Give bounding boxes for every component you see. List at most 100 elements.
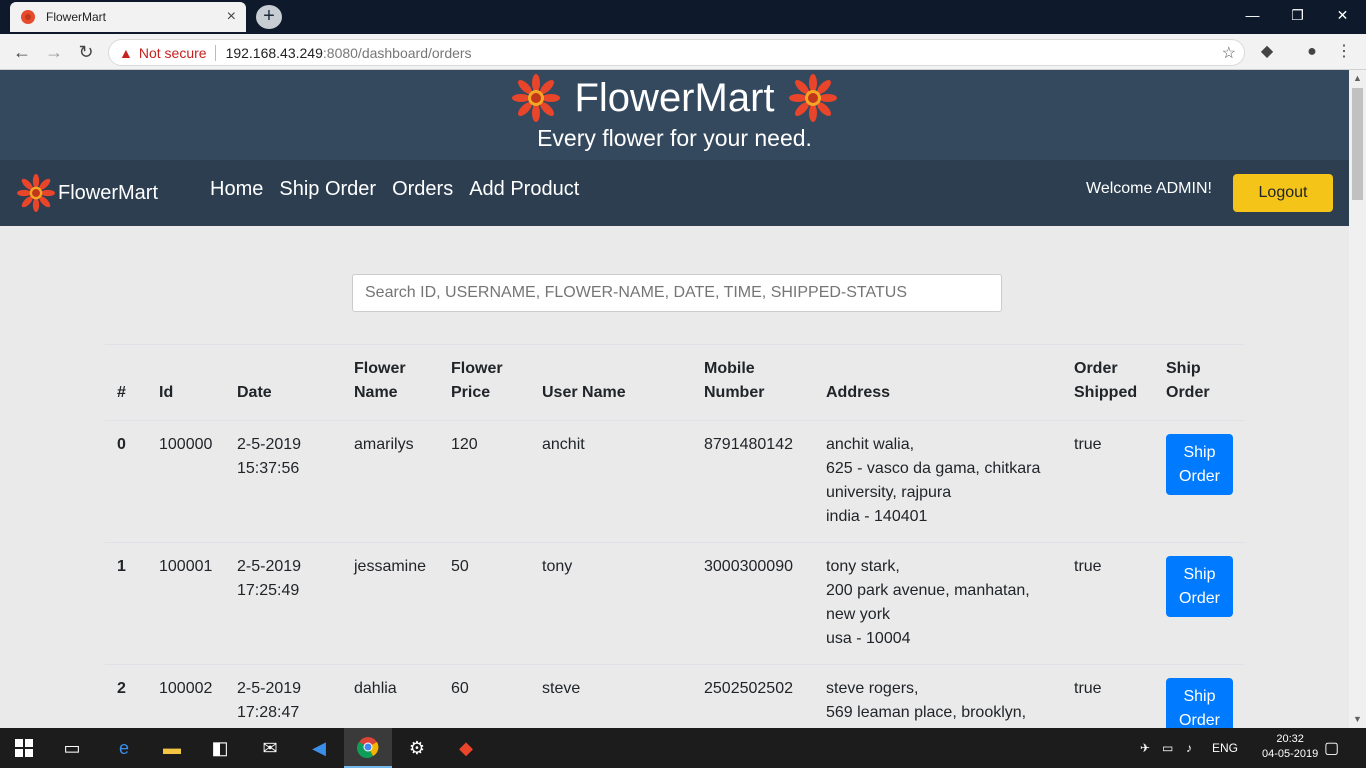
user-name: steve [530, 664, 692, 728]
page-scrollbar[interactable]: ▲ ▼ [1349, 70, 1366, 728]
nav-links: Home Ship Order Orders Add Product [210, 178, 579, 201]
order-id: 100000 [147, 420, 225, 543]
not-secure-label: Not secure [138, 44, 207, 61]
ship-order-cell: Ship Order [1154, 542, 1245, 665]
order-shipped: true [1062, 664, 1154, 728]
flower-name: jessamine [342, 542, 439, 665]
address: anchit walia, 625 - vasco da gama, chitka… [814, 420, 1062, 543]
row-index: 1 [105, 542, 147, 665]
navbar-brand[interactable]: FlowerMart [17, 174, 158, 212]
search-input[interactable] [352, 274, 1002, 312]
order-date-day: 2-5-2019 [237, 558, 302, 575]
hero-banner: FlowerMart Every flower for your need. [0, 70, 1349, 160]
address-line: usa - 10004 [826, 630, 911, 647]
network-icon[interactable]: ✈ [1140, 728, 1150, 768]
reload-icon[interactable]: ↻ [74, 40, 98, 64]
address: steve rogers, 569 leaman place, brooklyn, [814, 664, 1062, 728]
notification-icon[interactable]: ▢ [1324, 728, 1339, 768]
window-close-icon[interactable]: ✕ [1320, 0, 1365, 30]
forward-icon[interactable]: → [42, 40, 66, 64]
flower-price: 60 [439, 664, 530, 728]
flower-favicon-icon [21, 10, 35, 24]
vscode-icon[interactable]: ◀ [295, 728, 343, 768]
extension-icon[interactable]: ◆ [1257, 42, 1277, 62]
divider [214, 44, 216, 61]
clock-date: 04-05-2019 [1262, 748, 1319, 760]
tab-close-icon[interactable]: × [227, 8, 236, 26]
logout-button[interactable]: Logout [1233, 174, 1333, 212]
nav-link-ship-order[interactable]: Ship Order [279, 178, 376, 201]
system-clock[interactable]: 20:32 04-05-2019 [1262, 732, 1318, 762]
nav-link-orders[interactable]: Orders [392, 178, 453, 201]
mobile-number: 2502502502 [692, 664, 814, 728]
address-bar[interactable]: ▲ Not secure 192.168.43.249 :8080/dashbo… [108, 39, 1245, 66]
column-header: Flower Price [439, 344, 530, 421]
url-host: 192.168.43.249 [225, 44, 323, 61]
column-header: Ship Order [1154, 344, 1245, 421]
order-date: 2-5-2019 17:28:47 [225, 664, 342, 728]
clock-time: 20:32 [1276, 733, 1304, 745]
table-row: 2 100002 2-5-2019 17:28:47 dahlia 60 stev… [105, 664, 1245, 728]
ship-order-cell: Ship Order [1154, 664, 1245, 728]
browser-tab[interactable]: FlowerMart × [10, 2, 246, 32]
language-indicator[interactable]: ENG [1212, 728, 1238, 768]
order-shipped: true [1062, 420, 1154, 543]
mail-icon[interactable]: ✉ [246, 728, 294, 768]
nav-link-add-product[interactable]: Add Product [469, 178, 579, 201]
nav-link-home[interactable]: Home [210, 178, 263, 201]
column-header: Order Shipped [1062, 344, 1154, 421]
ship-order-button[interactable]: Ship Order [1166, 556, 1233, 617]
restore-icon[interactable]: ❐ [1275, 0, 1320, 30]
order-id: 100002 [147, 664, 225, 728]
task-view-icon[interactable]: ▭ [48, 728, 96, 768]
windows-start-icon[interactable] [0, 728, 48, 768]
hero-subtitle: Every flower for your need. [537, 125, 812, 151]
new-tab-button[interactable]: + [256, 5, 282, 29]
hero-title: FlowerMart [574, 75, 775, 120]
orders-table: # Id Date Flower Name Flower Price User … [105, 344, 1245, 728]
bookmark-star-icon[interactable]: ☆ [1222, 43, 1236, 63]
profile-icon[interactable]: ● [1302, 42, 1322, 62]
order-date: 2-5-2019 15:37:56 [225, 420, 342, 543]
order-date-time: 15:37:56 [237, 460, 300, 477]
scrollbar-thumb[interactable] [1352, 88, 1363, 200]
flower-logo-icon [512, 74, 561, 122]
column-header: Address [814, 344, 1062, 421]
flower-price: 120 [439, 420, 530, 543]
order-date: 2-5-2019 17:25:49 [225, 542, 342, 665]
minimize-icon[interactable]: — [1230, 0, 1275, 30]
ship-order-cell: Ship Order [1154, 420, 1245, 543]
chrome-icon[interactable] [344, 728, 392, 768]
address-line: steve rogers, [826, 680, 919, 697]
page-viewport: FlowerMart Every flower for your need. F… [0, 70, 1349, 728]
scroll-down-icon[interactable]: ▼ [1349, 711, 1366, 728]
battery-icon[interactable]: ▭ [1162, 728, 1173, 768]
flower-logo-icon [17, 174, 55, 212]
scroll-up-icon[interactable]: ▲ [1349, 70, 1366, 87]
address-line: india - 140401 [826, 508, 928, 525]
volume-icon[interactable]: ♪ [1186, 728, 1192, 768]
flower-logo-icon [788, 74, 837, 122]
address-line: tony stark, [826, 558, 900, 575]
ship-order-button[interactable]: Ship Order [1166, 434, 1233, 495]
order-date-time: 17:25:49 [237, 582, 300, 599]
table-row: 1 100001 2-5-2019 17:25:49 jessamine 50 t… [105, 542, 1245, 665]
git-icon[interactable]: ◆ [442, 728, 490, 768]
mobile-number: 8791480142 [692, 420, 814, 543]
welcome-text: Welcome ADMIN! [1086, 180, 1212, 197]
address-line: 569 leaman place, brooklyn, [826, 704, 1027, 721]
navbar: FlowerMart Home Ship Order Orders Add Pr… [0, 160, 1349, 226]
address: tony stark, 200 park avenue, manhatan, ne… [814, 542, 1062, 665]
navbar-brand-label: FlowerMart [58, 181, 159, 204]
address-line: 200 park avenue, manhatan, new york [826, 582, 1030, 623]
menu-icon[interactable]: ⋮ [1334, 42, 1354, 62]
back-icon[interactable]: ← [10, 40, 34, 64]
url-path: :8080/dashboard/orders [322, 44, 472, 61]
store-icon[interactable]: ◧ [196, 728, 244, 768]
flower-price: 50 [439, 542, 530, 665]
ship-order-button[interactable]: Ship Order [1166, 678, 1233, 728]
order-shipped: true [1062, 542, 1154, 665]
edge-icon[interactable]: e [100, 728, 148, 768]
settings-gear-icon[interactable]: ⚙ [393, 728, 441, 768]
file-explorer-icon[interactable]: ▬ [148, 728, 196, 768]
